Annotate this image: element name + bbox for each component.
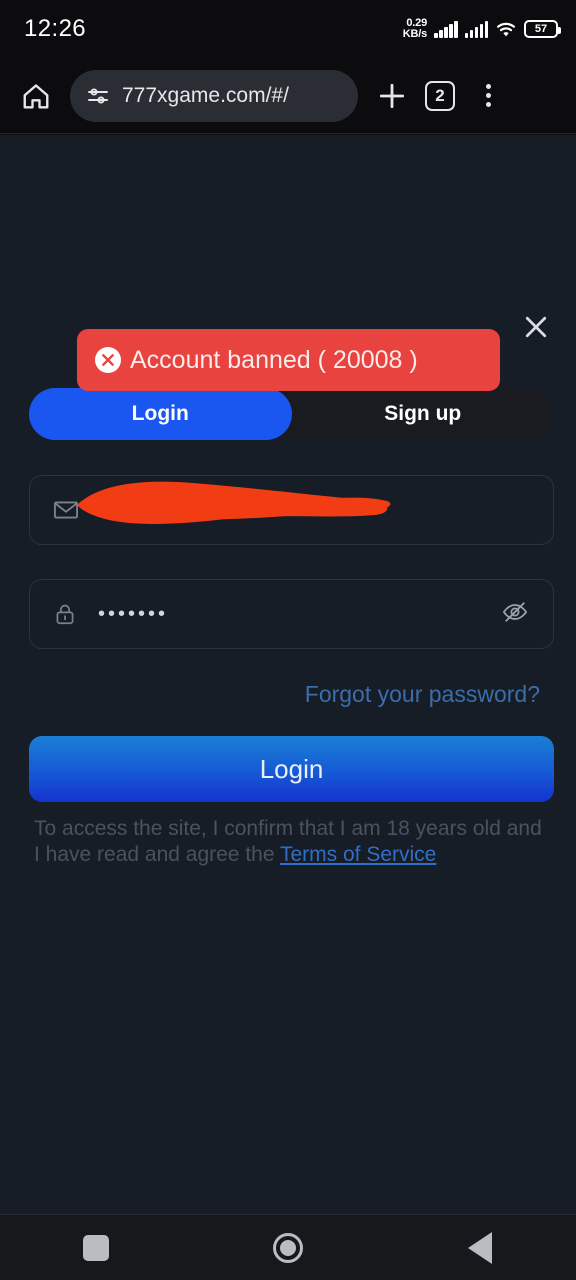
envelope-icon [53, 501, 79, 519]
status-clock: 12:26 [24, 15, 87, 42]
browser-menu-button[interactable] [468, 76, 508, 116]
error-toast: Account banned ( 20008 ) [77, 329, 500, 391]
status-indicators: 0.29 KB/s 57 [402, 17, 561, 41]
new-tab-button[interactable] [372, 76, 412, 116]
tab-count-badge: 2 [425, 80, 455, 111]
home-icon [23, 83, 49, 108]
close-icon [525, 316, 547, 338]
triangle-left-icon [468, 1231, 492, 1264]
url-bar[interactable]: 777xgame.com/#/ [70, 69, 358, 122]
x-mark-icon [102, 354, 114, 366]
recents-button[interactable] [56, 1215, 136, 1280]
home-button[interactable] [16, 76, 56, 116]
back-button[interactable] [440, 1215, 520, 1280]
square-icon [83, 1234, 109, 1261]
tab-count-value: 2 [435, 85, 445, 105]
age-disclaimer: To access the site, I confirm that I am … [34, 816, 544, 869]
battery-level: 57 [534, 23, 548, 35]
network-speed-unit: KB/s [402, 28, 427, 40]
eye-off-icon [502, 601, 528, 622]
password-visibility-toggle[interactable] [499, 598, 531, 631]
password-value[interactable]: ••••••• [98, 603, 168, 626]
web-page-content: Account banned ( 20008 ) Login Sign up •… [0, 135, 576, 1214]
android-nav-bar [0, 1214, 576, 1280]
battery-icon: 57 [524, 20, 561, 38]
site-settings-icon[interactable] [86, 84, 110, 108]
signal-bars-icon [434, 20, 458, 38]
tab-login[interactable]: Login [29, 388, 292, 440]
tab-signup[interactable]: Sign up [292, 388, 555, 440]
login-submit-button[interactable]: Login [29, 736, 554, 802]
auth-tab-switcher: Login Sign up [29, 388, 554, 440]
error-message: Account banned ( 20008 ) [130, 345, 418, 374]
network-speed-indicator: 0.29 KB/s [402, 17, 427, 41]
forgot-password-link[interactable]: Forgot your password? [305, 681, 540, 708]
email-field[interactable] [29, 475, 554, 545]
error-circle-icon [95, 347, 121, 373]
phone-screen: 12:26 0.29 KB/s 57 777xgame.com/#/ 2 Acc… [0, 0, 576, 1280]
url-text[interactable]: 777xgame.com/#/ [122, 84, 289, 108]
wifi-icon [497, 22, 515, 37]
password-field[interactable]: ••••••• [29, 579, 554, 649]
status-bar: 12:26 0.29 KB/s 57 [0, 0, 576, 58]
circle-icon [273, 1232, 303, 1263]
tab-switcher-button[interactable]: 2 [420, 76, 460, 116]
browser-toolbar: 777xgame.com/#/ 2 [0, 58, 576, 134]
signal-bars-icon-2 [464, 20, 488, 38]
home-button-nav[interactable] [248, 1215, 328, 1280]
terms-of-service-link[interactable]: Terms of Service [280, 843, 436, 866]
close-button[interactable] [518, 309, 554, 345]
plus-icon [379, 83, 405, 108]
lock-icon [56, 604, 74, 625]
more-vertical-icon [485, 84, 491, 107]
